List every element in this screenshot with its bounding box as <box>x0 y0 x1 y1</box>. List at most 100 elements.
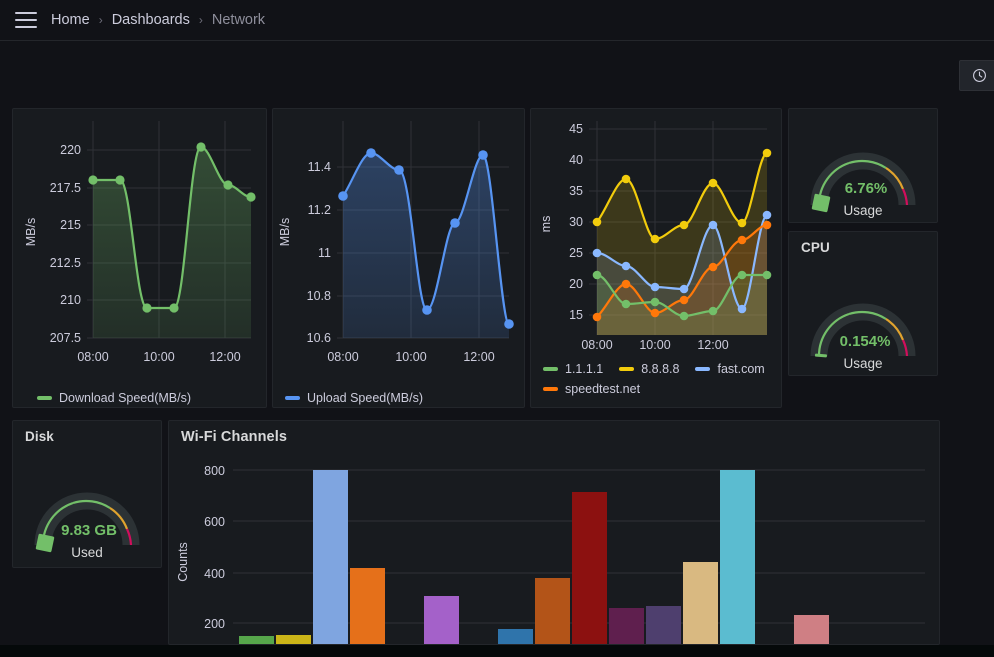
legend-item-upload-speed[interactable]: Upload Speed(MB/s) <box>285 391 423 405</box>
legend-swatch-icon <box>285 396 300 400</box>
legend-item-fastcom[interactable]: fast.com <box>695 362 764 376</box>
bar-ch5 <box>424 596 459 644</box>
panel-upload-speed: 11.4 11.2 11 10.8 10.6 MB/s 08:00 10:00 … <box>272 108 525 408</box>
svg-text:220: 220 <box>60 143 81 157</box>
gauge-label-text: Used <box>71 545 103 560</box>
svg-text:800: 800 <box>204 464 225 478</box>
svg-text:215: 215 <box>60 218 81 232</box>
bar-ch2 <box>276 635 311 644</box>
svg-text:200: 200 <box>204 617 225 631</box>
panel-wifi-channels: Wi-Fi Channels 800 600 400 200 Counts <box>168 420 940 645</box>
svg-text:400: 400 <box>204 567 225 581</box>
bar-ch9 <box>609 608 644 644</box>
panel-title-disk: Disk <box>25 429 54 444</box>
gauge-label-text: Usage <box>843 356 882 371</box>
panel-ping-latency: 45 40 35 30 25 20 15 ms 08:00 10:00 12:0… <box>530 108 782 408</box>
upload-speed-chart: 11.4 11.2 11 10.8 10.6 MB/s 08:00 10:00 … <box>273 109 524 371</box>
svg-text:25: 25 <box>569 246 583 260</box>
dashboard-root: Home › Dashboards › Network Last 6 <box>0 0 994 657</box>
bar-ch13 <box>794 615 829 644</box>
svg-text:ms: ms <box>539 216 553 233</box>
cpu-gauge: 0.154% Usage <box>789 260 937 375</box>
legend-item-cloudflare[interactable]: 1.1.1.1 <box>543 362 603 376</box>
svg-text:212.5: 212.5 <box>50 256 81 270</box>
svg-text:08:00: 08:00 <box>581 338 612 352</box>
legend-label: 1.1.1.1 <box>565 362 603 376</box>
breadcrumb-item-network: Network <box>212 12 265 28</box>
svg-text:207.5: 207.5 <box>50 331 81 345</box>
svg-text:12:00: 12:00 <box>697 338 728 352</box>
svg-text:10:00: 10:00 <box>395 350 426 364</box>
svg-text:10.8: 10.8 <box>307 289 331 303</box>
dashboard-toolbar: Last 6 <box>0 41 994 100</box>
panel-title-wifi: Wi-Fi Channels <box>181 429 287 445</box>
panel-memory-gauge: 6.76% Usage <box>788 108 938 223</box>
bar-ch8 <box>572 492 607 644</box>
svg-text:Counts: Counts <box>176 542 190 582</box>
svg-text:20: 20 <box>569 277 583 291</box>
download-speed-chart: 220 217.5 215 212.5 210 207.5 MB/s 08:00… <box>13 109 266 371</box>
svg-text:45: 45 <box>569 122 583 136</box>
ping-latency-chart: 45 40 35 30 25 20 15 ms 08:00 10:00 12:0… <box>531 109 781 359</box>
chevron-right-icon: › <box>199 13 203 27</box>
svg-text:MB/s: MB/s <box>278 218 292 246</box>
breadcrumb-item-dashboards[interactable]: Dashboards <box>112 12 190 28</box>
svg-text:11.2: 11.2 <box>308 203 331 217</box>
svg-text:30: 30 <box>569 215 583 229</box>
svg-text:10.6: 10.6 <box>307 331 331 345</box>
wifi-bars <box>239 470 829 644</box>
svg-text:08:00: 08:00 <box>327 350 358 364</box>
gauge-label-text: Usage <box>843 203 882 218</box>
desktop-background <box>0 645 994 657</box>
svg-text:10:00: 10:00 <box>143 350 174 364</box>
upload-legend: Upload Speed(MB/s) <box>285 391 423 405</box>
svg-text:210: 210 <box>60 293 81 307</box>
memory-gauge: 6.76% Usage <box>789 109 937 222</box>
svg-text:11: 11 <box>318 246 331 260</box>
bar-ch3 <box>313 470 348 644</box>
legend-swatch-icon <box>695 367 710 371</box>
legend-swatch-icon <box>543 367 558 371</box>
bar-ch7 <box>535 578 570 644</box>
svg-text:35: 35 <box>569 184 583 198</box>
legend-swatch-icon <box>543 387 558 391</box>
legend-label: Upload Speed(MB/s) <box>307 391 423 405</box>
legend-item-speedtest[interactable]: speedtest.net <box>543 382 640 396</box>
chevron-right-icon: › <box>99 13 103 27</box>
legend-label: speedtest.net <box>565 382 640 396</box>
svg-text:15: 15 <box>569 308 583 322</box>
clock-icon <box>972 68 987 83</box>
top-navigation-bar: Home › Dashboards › Network <box>0 0 994 41</box>
bar-ch10 <box>646 606 681 644</box>
legend-item-google-dns[interactable]: 8.8.8.8 <box>619 362 679 376</box>
bar-ch12 <box>720 470 755 644</box>
svg-text:11.4: 11.4 <box>308 160 331 174</box>
breadcrumb-item-home[interactable]: Home <box>51 12 90 28</box>
time-range-picker[interactable]: Last 6 <box>959 60 994 91</box>
download-legend: Download Speed(MB/s) <box>37 391 191 405</box>
legend-swatch-icon <box>37 396 52 400</box>
disk-gauge: 9.83 GB Used <box>13 449 161 567</box>
wifi-channels-chart: 800 600 400 200 Counts <box>169 454 939 644</box>
legend-swatch-icon <box>619 367 634 371</box>
legend-item-download-speed[interactable]: Download Speed(MB/s) <box>37 391 191 405</box>
legend-label: Download Speed(MB/s) <box>59 391 191 405</box>
gauge-value-indicator <box>812 194 831 213</box>
panel-disk-gauge: Disk 9.83 GB Used <box>12 420 162 568</box>
bar-ch4 <box>350 568 385 644</box>
breadcrumb: Home › Dashboards › Network <box>51 12 265 28</box>
hamburger-menu-icon[interactable] <box>15 12 37 28</box>
panel-download-speed: 220 217.5 215 212.5 210 207.5 MB/s 08:00… <box>12 108 267 408</box>
svg-text:217.5: 217.5 <box>50 181 81 195</box>
ping-legend: 1.1.1.1 8.8.8.8 fast.com speedtest.net <box>543 362 775 396</box>
gauge-value-text: 0.154% <box>840 333 891 350</box>
gauge-value-text: 9.83 GB <box>61 522 117 539</box>
svg-text:08:00: 08:00 <box>77 350 108 364</box>
legend-label: 8.8.8.8 <box>641 362 679 376</box>
svg-text:10:00: 10:00 <box>639 338 670 352</box>
svg-text:600: 600 <box>204 515 225 529</box>
bar-ch1 <box>239 636 274 644</box>
svg-text:12:00: 12:00 <box>209 350 240 364</box>
svg-text:40: 40 <box>569 153 583 167</box>
bar-ch6 <box>498 629 533 644</box>
